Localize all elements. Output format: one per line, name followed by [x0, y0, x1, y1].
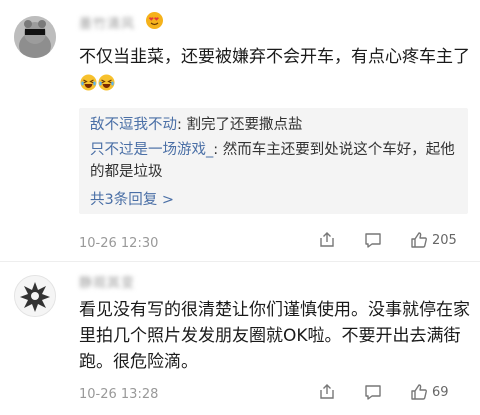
share-button[interactable] — [318, 231, 336, 249]
share-icon — [320, 384, 334, 399]
comment-icon — [365, 233, 381, 248]
thumbs-up-icon — [411, 384, 427, 400]
comment-icon — [365, 385, 381, 400]
comment-button[interactable] — [364, 383, 382, 401]
comment-button[interactable] — [364, 231, 382, 249]
laughing-emoji-icon — [80, 73, 116, 99]
like-button[interactable]: 69 — [410, 383, 449, 401]
more-replies-link[interactable]: 共3条回复 > — [90, 188, 174, 209]
like-button[interactable]: 205 — [410, 231, 457, 249]
comment-text-content: 不仅当韭菜，还要被嫌弃不会开车，有点心疼车主了 — [79, 47, 470, 67]
comment-timestamp: 10-26 13:28 — [79, 387, 159, 402]
comment-item: 墨竹清风 不仅当韭菜，还要被嫌弃不会开车，有点心疼车主了 敌不逗我不动: 割完了… — [0, 0, 480, 262]
like-count: 69 — [432, 384, 449, 400]
avatar[interactable] — [14, 16, 56, 58]
username[interactable]: 静观其变 — [79, 272, 135, 291]
replies-box: 敌不逗我不动: 割完了还要撒点盐 只不过是一场游戏_: 然而车主还要到处说这个车… — [79, 108, 468, 214]
username[interactable]: 墨竹清风 — [79, 13, 135, 32]
avatar[interactable] — [14, 275, 56, 317]
comment-timestamp: 10-26 12:30 — [79, 236, 159, 251]
comment-actions: 205 — [318, 231, 480, 249]
reply-text: : 割完了还要撒点盐 — [177, 117, 303, 133]
thumbs-up-icon — [411, 232, 427, 248]
share-icon — [320, 232, 334, 247]
reply-author[interactable]: 敌不逗我不动 — [90, 117, 177, 133]
comment-item: 静观其变 看见没有写的很清楚让你们谨慎使用。没事就停在家里拍几个照片发发朋友圈就… — [0, 262, 480, 415]
reply-author[interactable]: 只不过是一场游戏_ — [90, 142, 213, 158]
share-button[interactable] — [318, 383, 336, 401]
heart-eyes-badge-icon — [146, 12, 163, 29]
comment-text: 看见没有写的很清楚让你们谨慎使用。没事就停在家里拍几个照片发发朋友圈就OK啦。不… — [79, 300, 470, 372]
comment-text: 不仅当韭菜，还要被嫌弃不会开车，有点心疼车主了 — [79, 44, 471, 99]
like-count: 205 — [432, 232, 457, 248]
reply-item[interactable]: 敌不逗我不动: 割完了还要撒点盐 — [90, 114, 460, 136]
reply-item[interactable]: 只不过是一场游戏_: 然而车主还要到处说这个车好，起他的都是垃圾 — [90, 139, 460, 183]
comment-actions: 69 — [318, 383, 477, 401]
